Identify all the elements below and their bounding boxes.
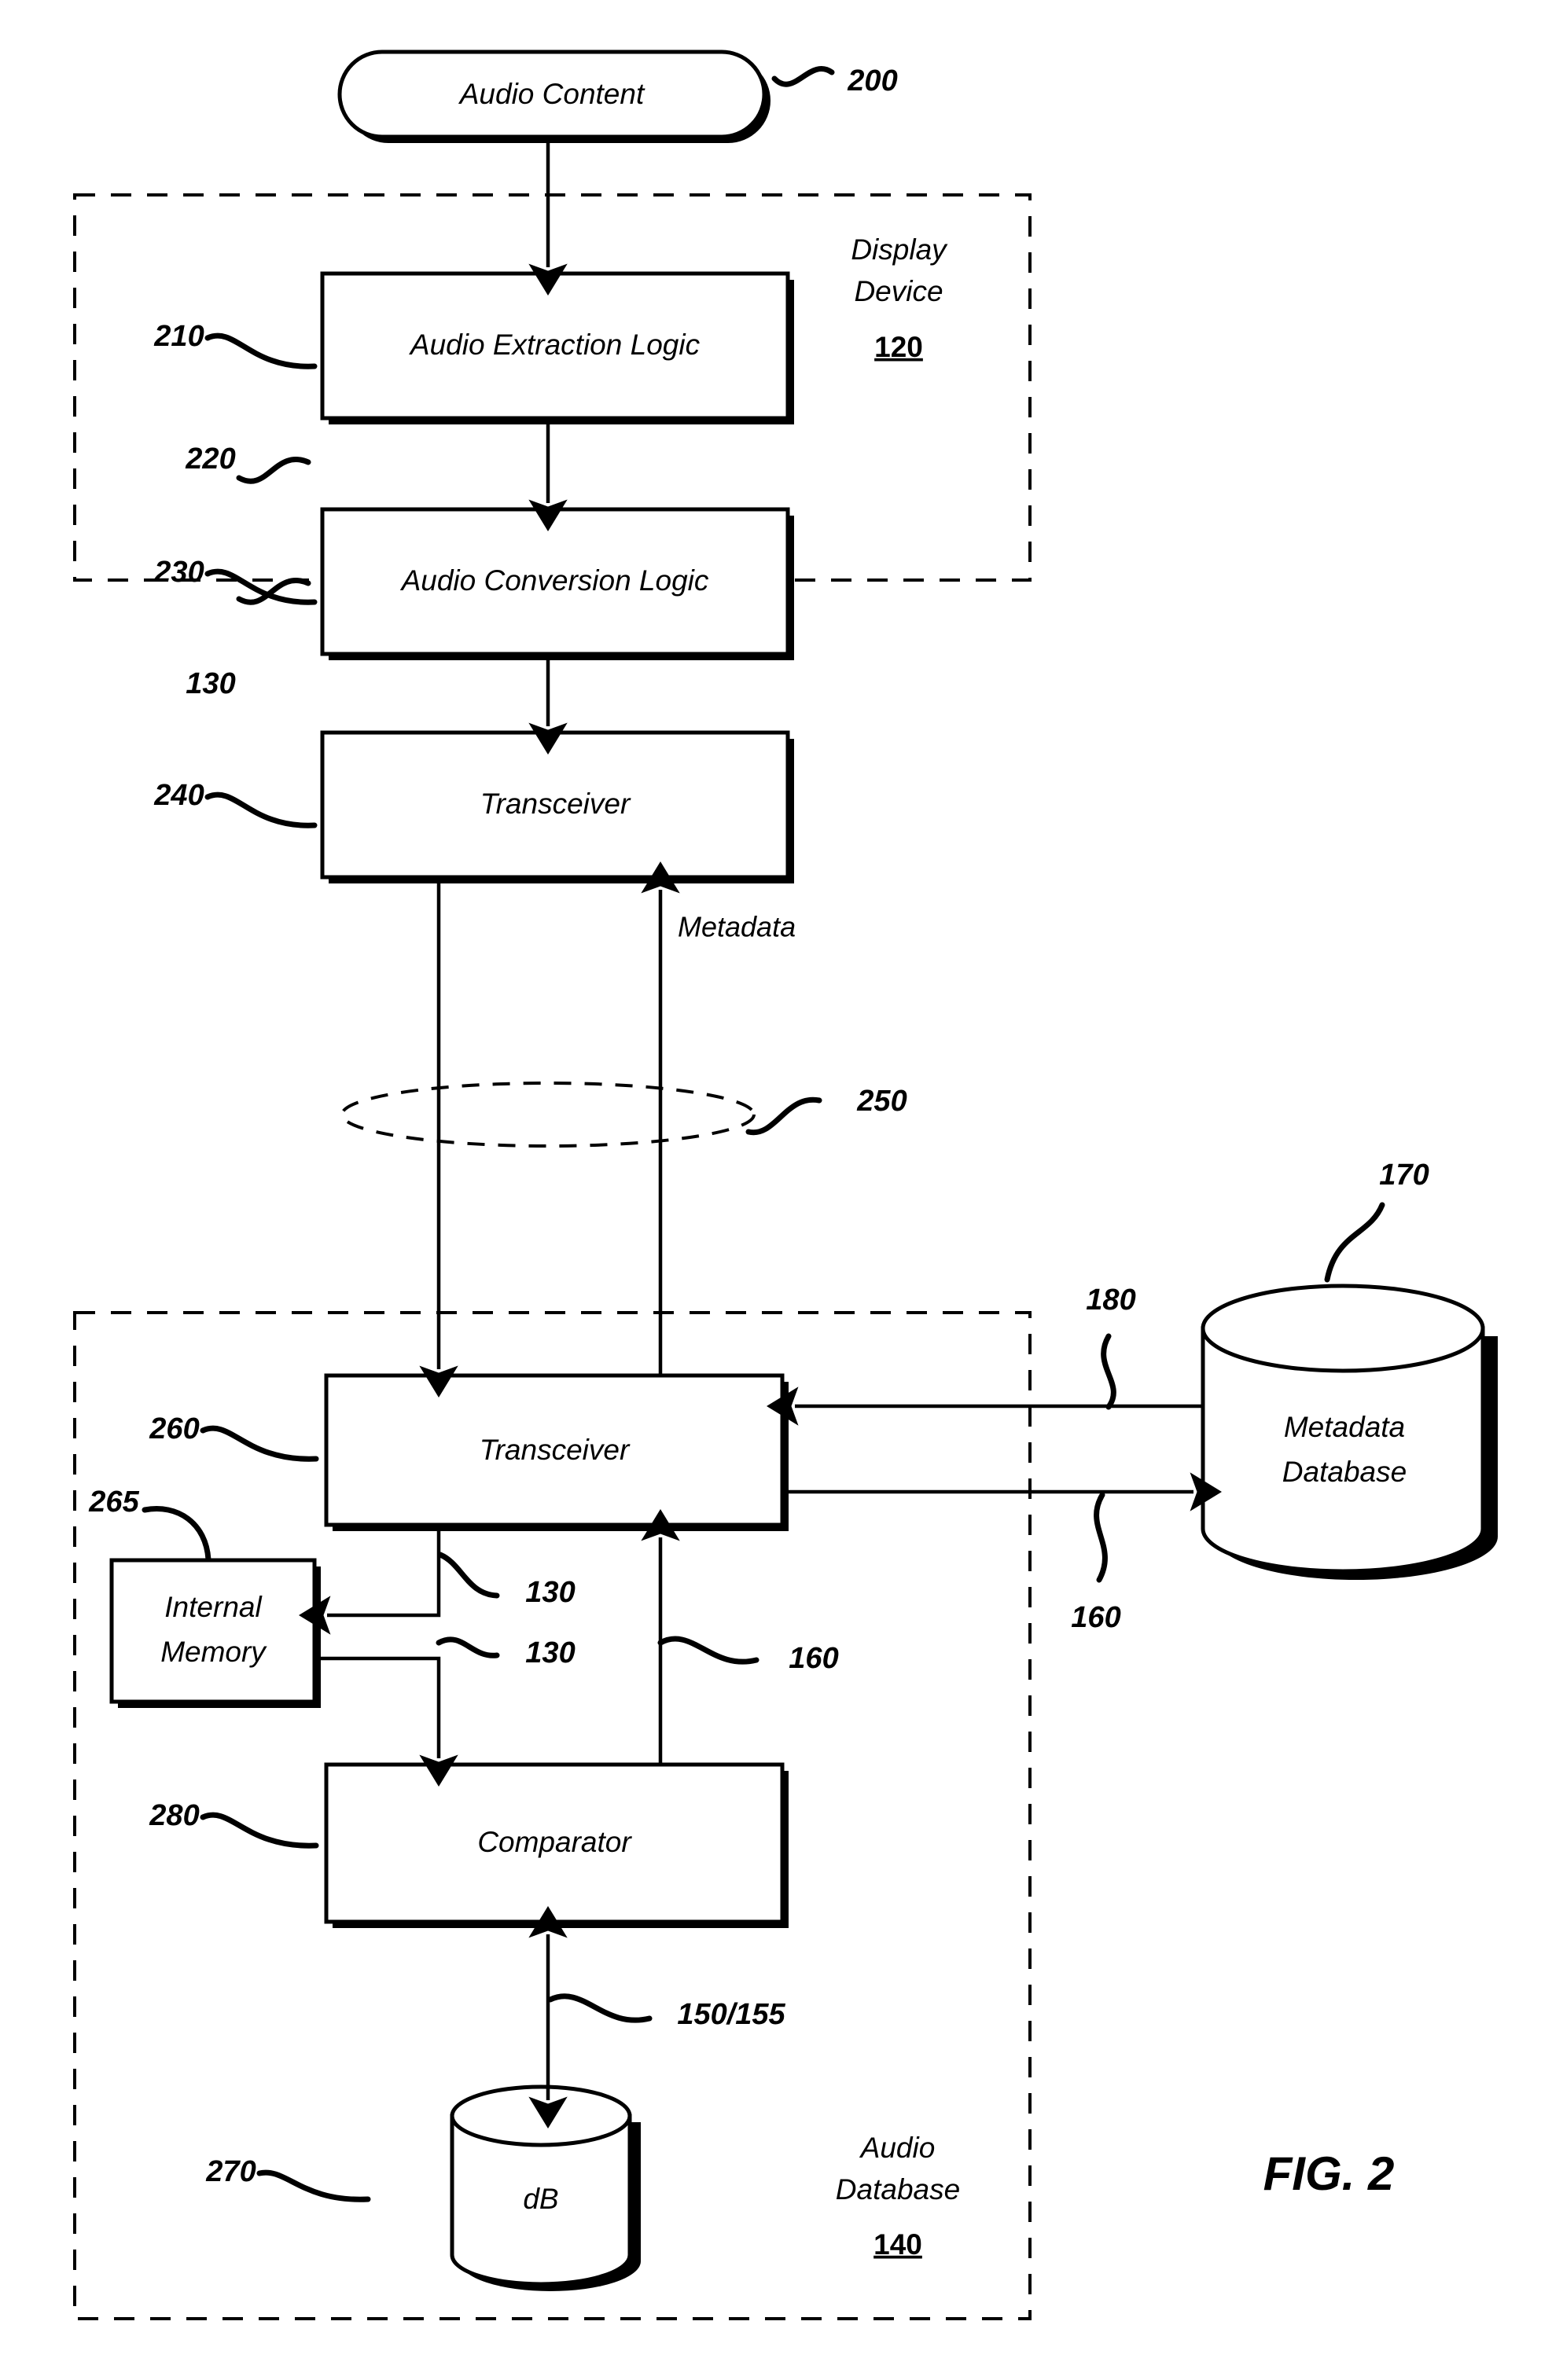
figure-canvas: Audio Content Audio Extraction Logic Aud… — [73, 50, 1498, 2320]
lead-line-210 — [204, 332, 318, 369]
audio-database-label-line2: Database — [836, 2173, 960, 2206]
ref-130-conversion: 130 — [186, 667, 235, 700]
lead-line-265 — [142, 1506, 211, 1563]
ref-280: 280 — [149, 1799, 199, 1832]
ref-130-memory: 130 — [525, 1576, 575, 1609]
comparator-label: Comparator — [477, 1826, 632, 1858]
patent-figure: Audio Content Audio Extraction Logic Aud… — [0, 0, 1541, 2380]
lead-line-130b — [437, 1552, 500, 1599]
lead-line-220 — [236, 457, 311, 484]
internal-memory-label-line1: Internal — [164, 1591, 263, 1623]
display-device-label-line1: Display — [851, 233, 948, 266]
internal-memory-node — [109, 1558, 321, 1708]
lead-line-200 — [771, 65, 835, 87]
db-cylinder-label: dB — [523, 2183, 558, 2215]
ref-270: 270 — [205, 2155, 256, 2188]
metadata-database-label-line1: Metadata — [1284, 1411, 1405, 1443]
flow-memory-to-comparator — [314, 1656, 458, 1787]
audio-database-number: 140 — [873, 2228, 922, 2261]
ref-170: 170 — [1379, 1159, 1429, 1192]
ref-130-comparator: 130 — [525, 1636, 575, 1669]
ref-265: 265 — [88, 1486, 139, 1519]
lead-line-170 — [1324, 1202, 1385, 1283]
ref-180: 180 — [1086, 1284, 1135, 1317]
lead-line-130c — [436, 1636, 500, 1658]
ref-200: 200 — [847, 64, 897, 97]
mobile-transceiver-label: Transceiver — [480, 1434, 631, 1466]
lead-line-270 — [256, 2169, 371, 2202]
ref-230: 230 — [153, 556, 204, 589]
ref-150-155: 150/155 — [677, 1998, 785, 2031]
lead-line-150-155 — [547, 1993, 653, 2023]
lead-line-280 — [200, 1812, 319, 1849]
audio-extraction-logic-label: Audio Extraction Logic — [409, 329, 701, 361]
ref-160-metadatadb: 160 — [1071, 1601, 1120, 1634]
lead-line-160b — [1094, 1492, 1108, 1583]
lead-line-250 — [745, 1096, 822, 1136]
audio-database-label-line1: Audio — [859, 2132, 936, 2164]
figure-label: FIG. 2 — [1263, 2147, 1395, 2200]
display-device-number: 120 — [874, 331, 923, 363]
display-device-label-line2: Device — [854, 275, 943, 307]
lead-line-180 — [1101, 1333, 1116, 1410]
ref-160-comparator: 160 — [789, 1642, 838, 1675]
ref-220: 220 — [185, 443, 235, 476]
display-transceiver-label: Transceiver — [480, 788, 631, 820]
ref-240: 240 — [153, 779, 204, 812]
metadata-edge-label: Metadata — [678, 911, 796, 943]
internal-memory-label-line2: Memory — [160, 1636, 267, 1668]
flow-transceiver-to-memory — [299, 1531, 441, 1635]
ref-260: 260 — [149, 1412, 199, 1445]
metadata-database-label-line2: Database — [1282, 1456, 1407, 1488]
lead-line-240 — [204, 791, 318, 828]
wireless-link-ellipse — [340, 1082, 756, 1148]
lead-line-160a — [657, 1636, 759, 1665]
audio-conversion-logic-label: Audio Conversion Logic — [400, 564, 709, 597]
ref-250: 250 — [856, 1085, 907, 1118]
ref-210: 210 — [153, 320, 204, 353]
lead-line-260 — [200, 1425, 319, 1462]
audio-content-label: Audio Content — [458, 78, 645, 110]
